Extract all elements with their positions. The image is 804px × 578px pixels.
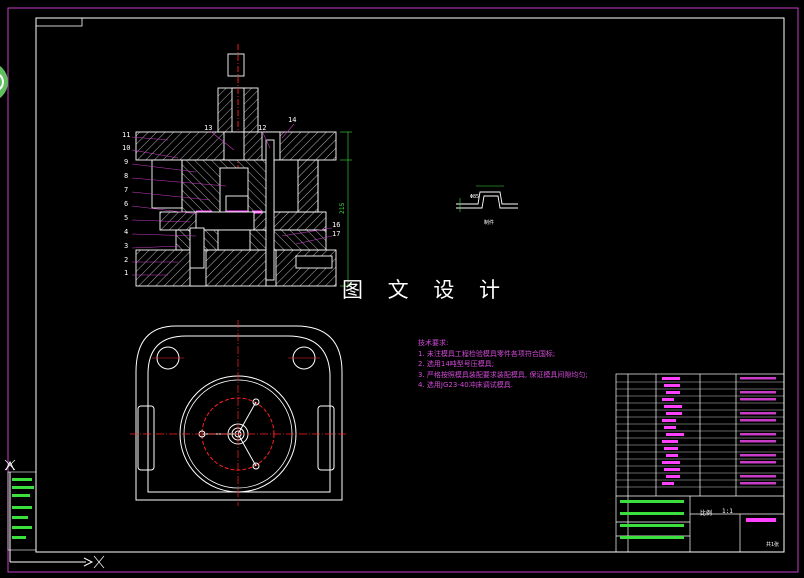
parts-list-name-mark xyxy=(662,461,680,464)
callout-label: 5 xyxy=(124,214,129,222)
parts-list-name-mark xyxy=(662,398,674,401)
signature-row-mark xyxy=(620,512,684,515)
callout-label: 4 xyxy=(124,228,129,236)
callout-label: 9 xyxy=(124,158,129,166)
part-detail xyxy=(456,185,518,212)
sheet-label: 共1张 xyxy=(766,542,780,548)
parts-list-standard-mark xyxy=(740,454,776,457)
parts-list-standard-mark xyxy=(740,398,776,401)
detail-label: 制件 xyxy=(484,220,495,226)
notes-heading: 技术要求: xyxy=(418,339,449,347)
section-view: 215 xyxy=(131,44,352,287)
callout-label: 7 xyxy=(124,186,129,194)
callout-label: 17 xyxy=(332,230,341,238)
callout-label: 12 xyxy=(258,124,267,132)
parts-list-standard-mark xyxy=(740,440,776,443)
callout-label: 1 xyxy=(124,269,129,277)
svg-text:215: 215 xyxy=(339,202,346,214)
layer-table xyxy=(7,471,37,551)
watermark: 图 文 设 计 xyxy=(342,278,510,302)
parts-list-standard-mark xyxy=(740,433,776,436)
parts-list-standard-mark xyxy=(740,419,776,422)
parts-list-name-mark xyxy=(662,377,680,380)
callout-label: 10 xyxy=(122,144,131,152)
parts-list-name-mark xyxy=(666,433,684,436)
callout-label: 14 xyxy=(288,116,297,124)
drawing-title-mark xyxy=(746,518,776,522)
parts-list-standard-mark xyxy=(740,475,776,478)
callout-label: 2 xyxy=(124,256,129,264)
notes-item: 1. 未注模具工程检验模具零件各项符合国标; xyxy=(418,349,556,358)
notes-item: 4. 选用JG23-40冲床调试模具. xyxy=(418,381,513,389)
parts-list-name-mark xyxy=(662,482,674,485)
signature-row-mark xyxy=(620,524,684,527)
callout-label: 16 xyxy=(332,221,341,229)
scale-label: 比例 xyxy=(700,510,713,517)
callout-label: 13 xyxy=(204,124,213,132)
parts-list-name-mark xyxy=(662,419,676,422)
technical-requirements: 技术要求: 1. 未注模具工程检验模具零件各项符合国标; 2. 选用14吨型号压… xyxy=(418,338,588,391)
callout-label: 3 xyxy=(124,242,129,250)
detail-dim: Φ85 xyxy=(470,194,480,200)
callout-label: 6 xyxy=(124,200,129,208)
parts-list-standard-mark xyxy=(740,482,776,485)
parts-list-name-mark xyxy=(666,391,680,394)
parts-list-standard-mark xyxy=(740,377,776,380)
callout-label: 11 xyxy=(122,131,131,139)
scale-value: 1:1 xyxy=(722,508,733,515)
parts-list-name-mark xyxy=(666,454,678,457)
parts-list-name-mark xyxy=(662,440,678,443)
signature-row-mark xyxy=(620,500,684,503)
parts-list-name-mark xyxy=(664,468,680,471)
parts-list-standard-mark xyxy=(740,461,776,464)
parts-list-name-mark xyxy=(664,405,682,408)
parts-list-standard-mark xyxy=(740,391,776,394)
signature-row-mark xyxy=(620,536,684,539)
callout-label: 8 xyxy=(124,172,129,180)
parts-list-standard-mark xyxy=(740,412,776,415)
parts-list-name-mark xyxy=(666,475,680,478)
notes-item: 2. 选用14吨型号压模具; xyxy=(418,360,495,368)
notes-item: 3. 严格按照模具装配要求装配模具, 保证模具间隙均匀; xyxy=(418,370,588,379)
parts-list-name-mark xyxy=(664,426,676,429)
parts-list-name-mark xyxy=(664,447,678,450)
parts-list-name-mark xyxy=(666,412,682,415)
parts-list-name-mark xyxy=(664,384,680,387)
plan-view xyxy=(130,320,348,506)
